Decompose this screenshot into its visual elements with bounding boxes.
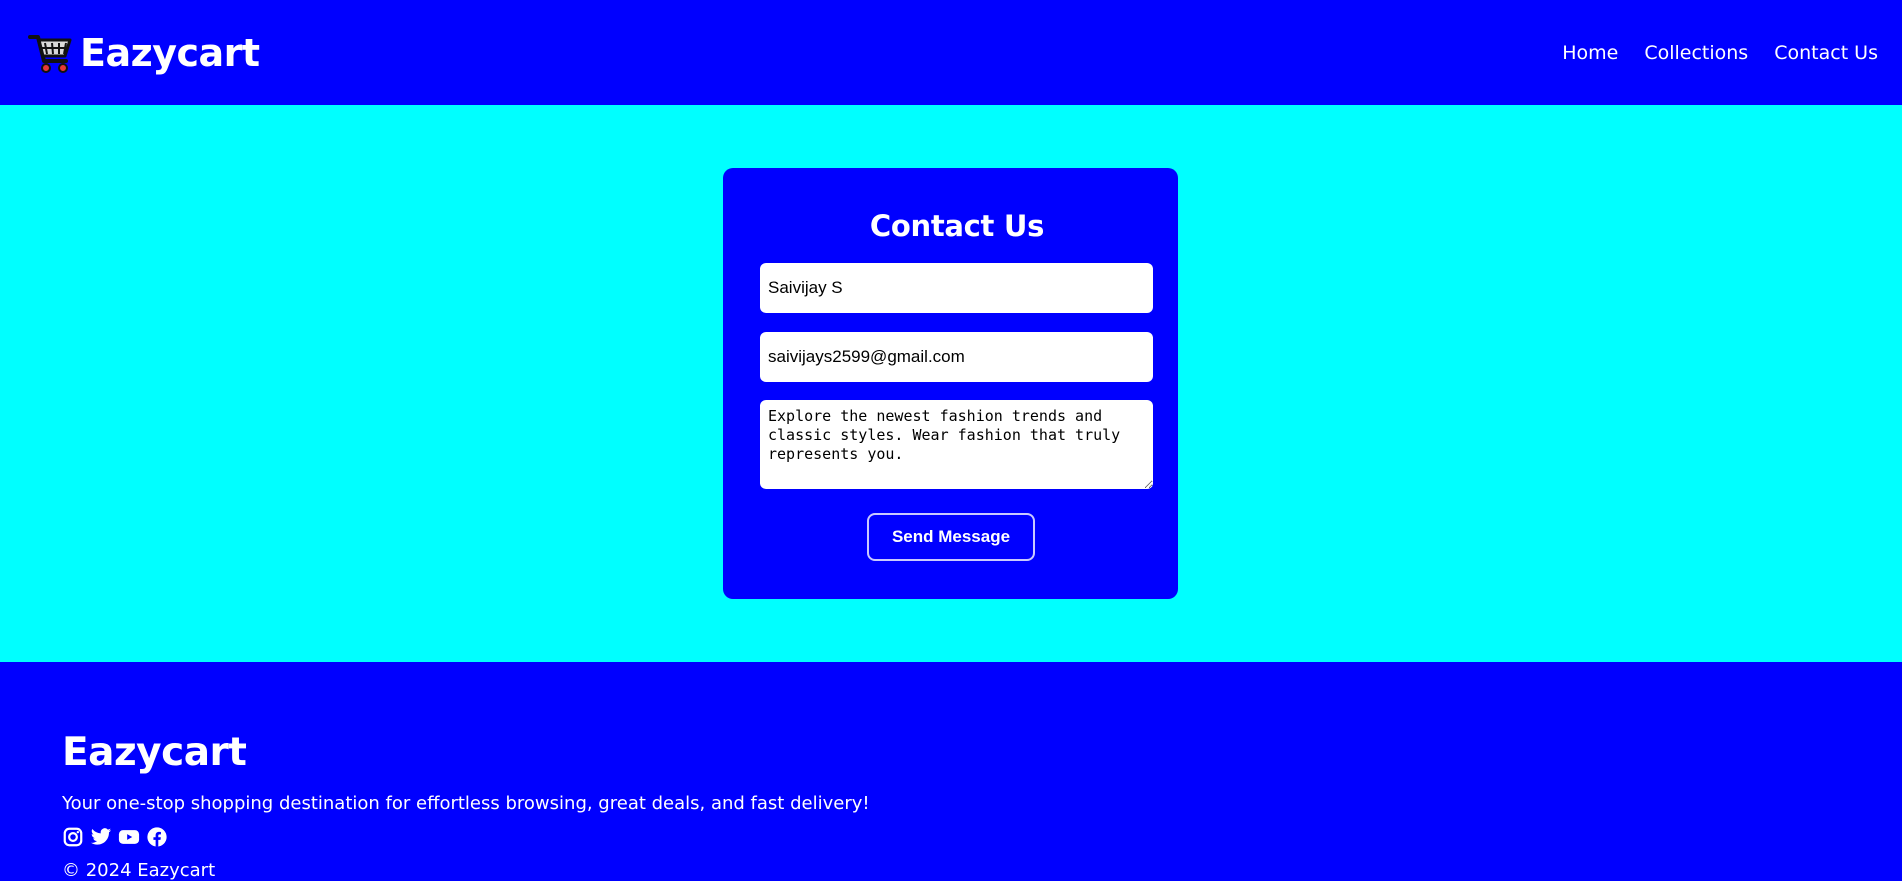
page: Eazycart Home Collections Contact Us Con… [0, 0, 1902, 881]
nav-collections-link[interactable]: Collections [1644, 42, 1748, 64]
brand-name: Eazycart [80, 30, 260, 75]
nav-contact-link[interactable]: Contact Us [1774, 42, 1878, 64]
main-nav: Home Collections Contact Us [1562, 42, 1878, 64]
nav-home-link[interactable]: Home [1562, 42, 1618, 64]
instagram-icon[interactable] [62, 826, 84, 848]
contact-form-title: Contact Us [869, 209, 1045, 243]
site-header: Eazycart Home Collections Contact Us [0, 0, 1902, 105]
contact-form: Contact Us Explore the newest fashion tr… [723, 168, 1178, 599]
message-textarea[interactable]: Explore the newest fashion trends and cl… [760, 400, 1153, 489]
send-message-button[interactable]: Send Message [867, 513, 1035, 561]
footer-tagline: Your one-stop shopping destination for e… [62, 793, 870, 814]
brand[interactable]: Eazycart [28, 31, 260, 75]
site-footer: Eazycart Your one-stop shopping destinat… [0, 662, 1902, 881]
contact-section: Contact Us Explore the newest fashion tr… [0, 105, 1902, 662]
footer-brand-name: Eazycart [62, 730, 247, 775]
email-input[interactable] [760, 332, 1153, 382]
facebook-icon[interactable] [146, 826, 168, 848]
social-links [62, 826, 1902, 848]
name-input[interactable] [760, 263, 1153, 313]
copyright-text: © 2024 Eazycart [62, 860, 216, 881]
shopping-cart-icon [28, 34, 72, 73]
twitter-icon[interactable] [90, 826, 112, 848]
youtube-icon[interactable] [118, 826, 140, 848]
